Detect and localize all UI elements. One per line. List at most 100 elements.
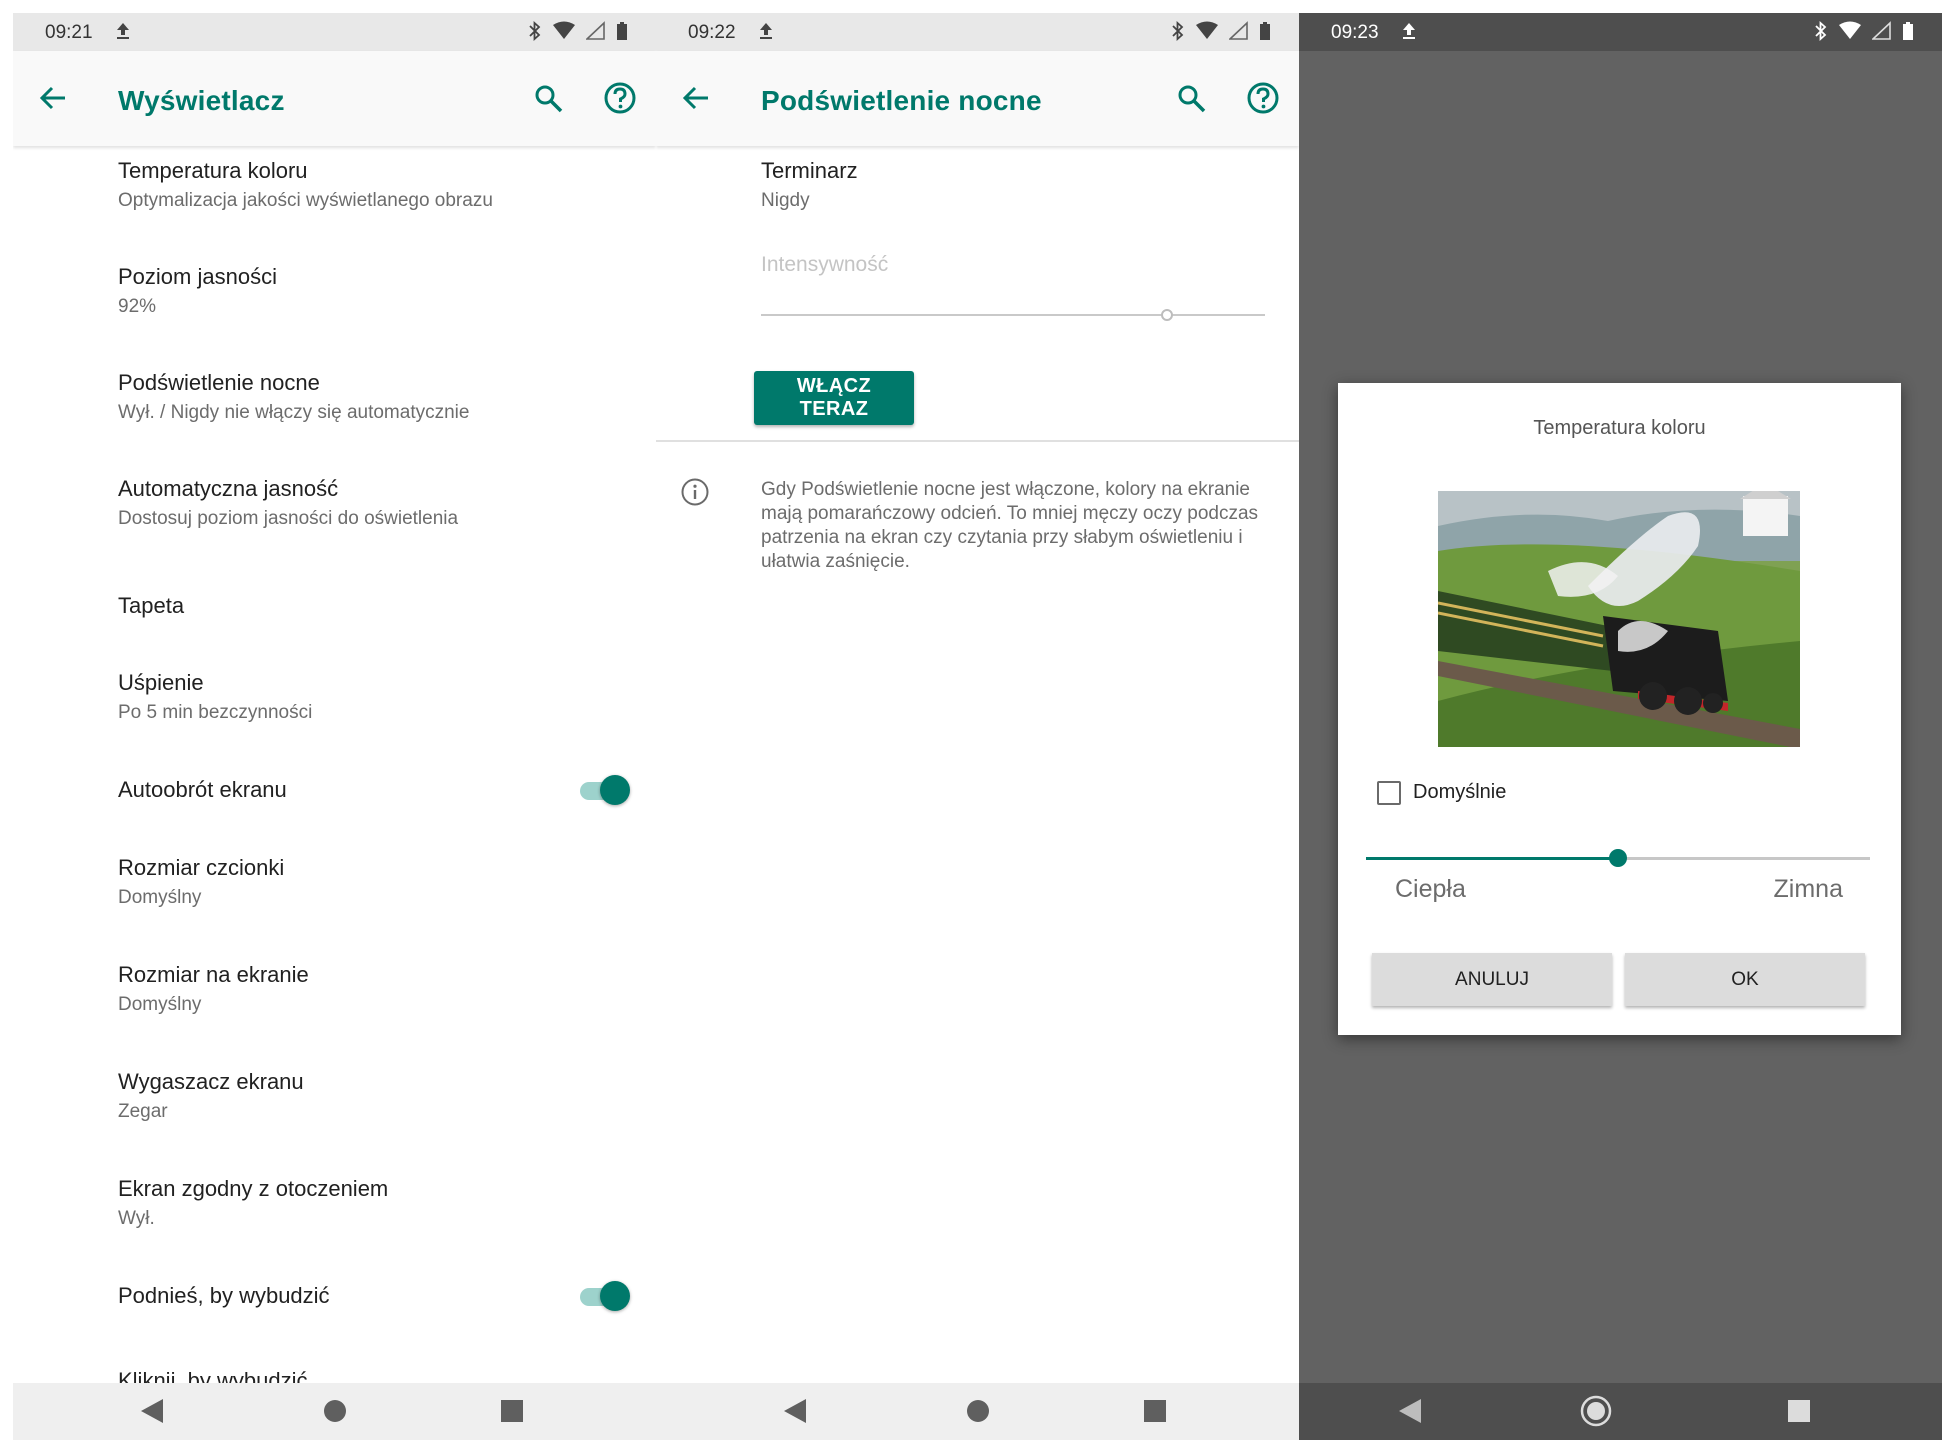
setting-subtitle: Dostosuj poziom jasności do oświetlenia — [118, 508, 459, 529]
app-bar: Podświetlenie nocne — [656, 51, 1299, 146]
setting-subtitle: Optymalizacja jakości wyświetlanego obra… — [118, 190, 493, 211]
setting-adaptive-brightness[interactable]: Automatyczna jasność Dostosuj poziom jas… — [118, 476, 458, 530]
setting-title: Automatyczna jasność — [118, 476, 339, 501]
status-icons — [528, 20, 628, 46]
color-temperature-dialog-screen: 09:23 Temperatura koloru Domyślnie Ciepł… — [1299, 13, 1942, 1440]
default-checkbox-label: Domyślnie — [1413, 781, 1507, 803]
battery-icon — [616, 21, 628, 46]
signal-icon — [1227, 21, 1249, 46]
divider — [656, 440, 1299, 442]
nav-home-icon[interactable] — [964, 1397, 992, 1430]
navigation-bar — [13, 1383, 656, 1440]
nav-recents-icon[interactable] — [1786, 1397, 1812, 1430]
info-text: Gdy Podświetlenie nocne jest włączone, k… — [761, 479, 1259, 572]
cold-label: Zimna — [1773, 875, 1843, 903]
auto-rotate-toggle[interactable] — [576, 770, 630, 810]
info-icon — [680, 477, 710, 512]
toggle-knob — [600, 775, 630, 805]
help-icon[interactable] — [1246, 81, 1280, 120]
default-checkbox[interactable] — [1377, 781, 1401, 805]
status-bar: 09:21 — [13, 13, 656, 51]
setting-display-size[interactable]: Rozmiar na ekranie Domyślny — [118, 962, 309, 1016]
setting-color-temperature[interactable]: Temperatura koloru Optymalizacja jakości… — [118, 158, 493, 212]
setting-sleep[interactable]: Uśpienie Po 5 min bezczynności — [118, 670, 312, 724]
setting-screen-saver[interactable]: Wygaszacz ekranu Zegar — [118, 1069, 304, 1123]
setting-title: Rozmiar czcionki — [118, 855, 285, 880]
nav-home-icon[interactable] — [321, 1397, 349, 1430]
status-icons — [1171, 20, 1271, 46]
enable-now-button[interactable]: WŁĄCZ TERAZ — [754, 371, 914, 425]
setting-title: Autoobrót ekranu — [118, 777, 287, 802]
wifi-icon — [1838, 21, 1862, 46]
back-arrow-icon[interactable] — [39, 84, 67, 117]
setting-title: Rozmiar na ekranie — [118, 962, 309, 987]
intensity-slider-thumb[interactable] — [1161, 309, 1173, 321]
bluetooth-icon — [1814, 20, 1828, 46]
setting-title: Intensywność — [761, 253, 889, 276]
page-title: Podświetlenie nocne — [761, 85, 1042, 116]
ok-button[interactable]: OK — [1625, 953, 1865, 1006]
status-bar: 09:22 — [656, 13, 1299, 51]
setting-title: Ekran zgodny z otoczeniem — [118, 1176, 389, 1201]
battery-icon — [1259, 21, 1271, 46]
upload-icon — [1401, 21, 1417, 46]
setting-schedule[interactable]: Terminarz Nigdy — [761, 158, 858, 212]
setting-title: Poziom jasności — [118, 264, 277, 289]
status-icons — [1814, 20, 1914, 46]
signal-icon — [1870, 21, 1892, 46]
setting-title: Podświetlenie nocne — [118, 370, 320, 395]
nav-home-icon[interactable] — [1580, 1395, 1612, 1432]
lift-to-wake-toggle[interactable] — [576, 1276, 630, 1316]
setting-ambient-display[interactable]: Ekran zgodny z otoczeniem Wył. — [118, 1176, 388, 1230]
cancel-button[interactable]: ANULUJ — [1372, 953, 1612, 1006]
status-bar: 09:23 — [1299, 13, 1942, 51]
search-icon[interactable] — [533, 83, 565, 120]
setting-title: Tapeta — [118, 593, 185, 618]
search-icon[interactable] — [1176, 83, 1208, 120]
setting-title: Temperatura koloru — [118, 158, 308, 183]
status-time: 09:23 — [1331, 22, 1379, 43]
back-arrow-icon[interactable] — [682, 84, 710, 117]
upload-icon — [115, 21, 131, 46]
setting-lift-to-wake[interactable]: Podnieś, by wybudzić — [118, 1283, 330, 1309]
nav-back-icon[interactable] — [139, 1397, 165, 1430]
setting-wallpaper[interactable]: Tapeta — [118, 593, 184, 619]
battery-icon — [1902, 21, 1914, 46]
setting-subtitle: 92% — [118, 296, 157, 317]
setting-title: Wygaszacz ekranu — [118, 1069, 304, 1094]
warm-label: Ciepła — [1395, 875, 1466, 903]
setting-title: Podnieś, by wybudzić — [118, 1283, 330, 1308]
display-settings-screen: 09:21 Wyświetlacz Temperatura koloru Opt… — [13, 13, 656, 1440]
navigation-bar — [1299, 1383, 1942, 1440]
setting-title: Uśpienie — [118, 670, 204, 695]
setting-brightness-level[interactable]: Poziom jasności 92% — [118, 264, 277, 318]
slider-thumb[interactable] — [1609, 849, 1627, 867]
nav-recents-icon[interactable] — [499, 1397, 525, 1430]
status-time: 09:22 — [688, 22, 736, 43]
setting-subtitle: Domyślny — [118, 887, 202, 908]
slider-fill — [1366, 857, 1618, 860]
color-temperature-slider[interactable] — [1366, 849, 1870, 867]
toggle-knob — [600, 1281, 630, 1311]
upload-icon — [758, 21, 774, 46]
nav-back-icon[interactable] — [1397, 1397, 1423, 1430]
intensity-slider[interactable] — [761, 314, 1265, 316]
status-time: 09:21 — [45, 22, 93, 43]
setting-subtitle: Wył. / Nigdy nie włączy się automatyczni… — [118, 402, 470, 423]
night-light-screen: 09:22 Podświetlenie nocne Terminarz Nigd… — [656, 13, 1299, 1440]
app-bar: Wyświetlacz — [13, 51, 656, 146]
setting-title: Terminarz — [761, 158, 858, 183]
nav-back-icon[interactable] — [782, 1397, 808, 1430]
wifi-icon — [1195, 21, 1219, 46]
setting-subtitle: Wył. — [118, 1208, 155, 1229]
help-icon[interactable] — [603, 81, 637, 120]
setting-night-light[interactable]: Podświetlenie nocne Wył. / Nigdy nie włą… — [118, 370, 469, 424]
setting-font-size[interactable]: Rozmiar czcionki Domyślny — [118, 855, 284, 909]
bluetooth-icon — [528, 20, 542, 46]
page-title: Wyświetlacz — [118, 85, 285, 116]
color-temperature-dialog: Temperatura koloru Domyślnie Ciepła Zimn… — [1338, 383, 1901, 1035]
setting-subtitle: Nigdy — [761, 190, 810, 211]
setting-auto-rotate[interactable]: Autoobrót ekranu — [118, 777, 287, 803]
setting-subtitle: Zegar — [118, 1101, 168, 1122]
nav-recents-icon[interactable] — [1142, 1397, 1168, 1430]
